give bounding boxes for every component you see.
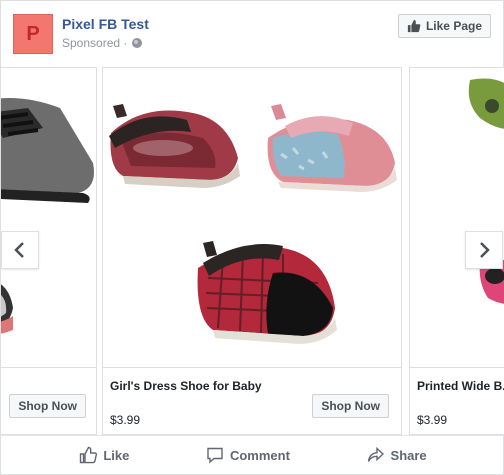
sponsored-post: P Pixel FB Test Sponsored · Like Page Sh…: [0, 0, 504, 475]
globe-icon: [132, 38, 143, 48]
post-actions: Like Comment Share: [1, 435, 504, 474]
carousel-next-button[interactable]: [465, 231, 503, 269]
dress-shoes-image: [109, 104, 397, 344]
product-image[interactable]: [103, 68, 401, 368]
comment-button[interactable]: Comment: [206, 446, 290, 464]
product-image[interactable]: [1, 68, 96, 368]
carousel-card-current[interactable]: Girl's Dress Shoe for Baby $3.99 Shop No…: [102, 67, 402, 435]
sponsored-label: Sponsored ·: [62, 36, 143, 50]
carousel-prev-button[interactable]: [1, 231, 39, 269]
thumbs-up-icon: [407, 19, 421, 33]
gray-sneaker-image: [1, 98, 94, 334]
product-title[interactable]: Girl's Dress Shoe for Baby: [110, 378, 300, 395]
like-page-button[interactable]: Like Page: [397, 14, 491, 38]
page-name-link[interactable]: Pixel FB Test: [62, 16, 149, 32]
product-carousel: Shop Now Girl's Dress Shoe for Baby $3.9…: [1, 67, 504, 435]
page-avatar[interactable]: P: [13, 14, 53, 54]
like-button[interactable]: Like: [79, 446, 129, 464]
clog-image: [468, 78, 504, 304]
thumbs-up-icon: [80, 446, 98, 464]
shop-now-button[interactable]: Shop Now: [312, 394, 389, 418]
like-label: Like: [103, 447, 130, 463]
chevron-right-icon: [480, 242, 490, 258]
shop-now-button[interactable]: Shop Now: [9, 394, 86, 418]
share-label: Share: [390, 447, 427, 463]
product-price: $3.99: [417, 413, 448, 427]
share-button[interactable]: Share: [367, 446, 427, 464]
avatar-letter: P: [26, 22, 40, 45]
product-image[interactable]: [410, 68, 504, 368]
like-page-label: Like Page: [425, 19, 482, 33]
chevron-left-icon: [14, 242, 24, 258]
share-icon: [367, 446, 384, 462]
product-price: $3.99: [110, 413, 141, 427]
sponsored-text: Sponsored ·: [62, 36, 128, 50]
product-title[interactable]: Printed Wide B... Clog: [417, 378, 504, 395]
comment-icon: [207, 447, 223, 464]
comment-label: Comment: [229, 447, 290, 463]
